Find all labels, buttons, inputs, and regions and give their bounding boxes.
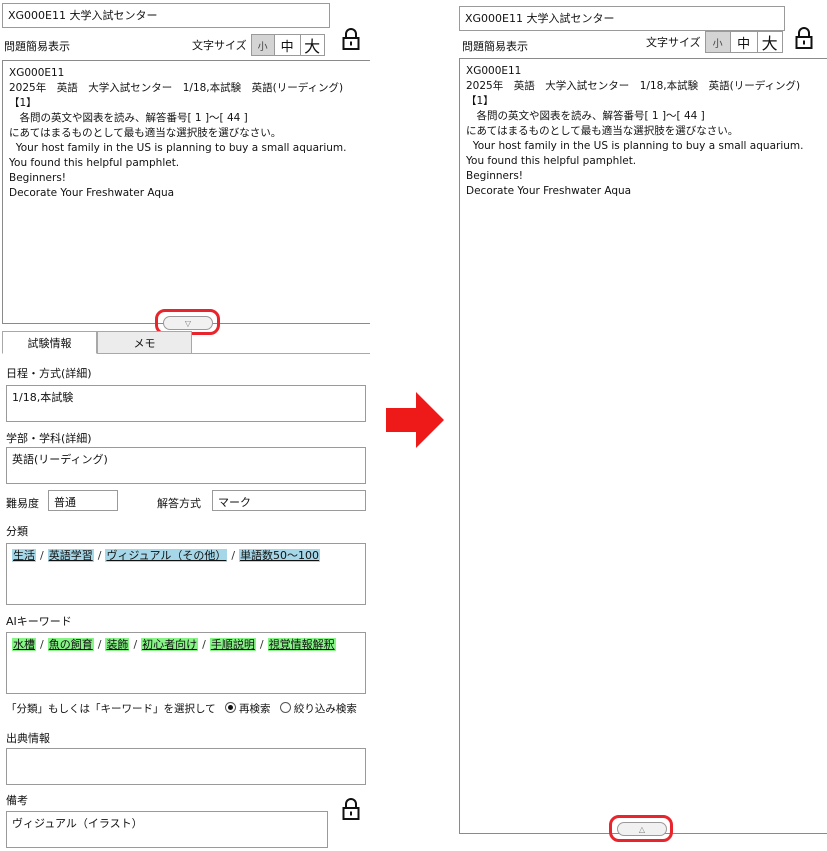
answer-type-value: マーク [218, 496, 251, 509]
left-title-field[interactable]: XG000E11 大学入試センター [2, 3, 330, 28]
radio-research-label: 再検索 [239, 703, 271, 715]
department-field[interactable]: 英語(リーディング) [6, 447, 366, 484]
remarks-label: 備考 [6, 794, 28, 807]
right-simple-view-label: 問題簡易表示 [462, 40, 528, 53]
right-problem-area[interactable]: XG000E11 2025年 英語 大学入試センター 1/18,本試験 英語(リ… [459, 58, 827, 834]
left-lock-icon[interactable] [342, 28, 360, 50]
right-problem-line: にあてはまるものとして最も適当な選択肢を選びなさい。 [466, 125, 739, 137]
difficulty-label: 難易度 [6, 497, 39, 510]
keyword-chip[interactable]: 初心者向け [141, 638, 199, 651]
highlight-ring [609, 815, 673, 842]
right-problem-line: 各問の英文や図表を読み、解答番号[ 1 ]〜[ 44 ] [466, 110, 705, 122]
answer-type-label: 解答方式 [157, 497, 201, 510]
keyword-chip[interactable]: 装飾 [105, 638, 130, 651]
right-arrow-icon [386, 392, 444, 448]
left-problem-area[interactable]: XG000E11 2025年 英語 大学入試センター 1/18,本試験 英語(リ… [2, 60, 370, 324]
schedule-label: 日程・方式(詳細) [6, 367, 92, 380]
category-field: 生活 / 英語学習 / ヴィジュアル（その他） / 単語数50〜100 [6, 543, 366, 605]
keyword-chip[interactable]: 視覚情報解釈 [267, 638, 336, 651]
tab-exam-info[interactable]: 試験情報 [2, 331, 97, 354]
source-field[interactable] [6, 748, 366, 785]
right-problem-line: XG000E11 [466, 65, 522, 77]
category-chip[interactable]: 英語学習 [47, 549, 94, 562]
left-size-large-button[interactable]: 大 [300, 34, 325, 56]
right-size-medium-button[interactable]: 中 [730, 31, 758, 53]
keyword-chip[interactable]: 水槽 [12, 638, 36, 651]
search-mode-row: 「分類」もしくは「キーワード」を選択して 再検索 絞り込み検索 [6, 701, 357, 716]
left-problem-line: Your host family in the US is planning t… [9, 142, 350, 169]
left-size-medium-button[interactable]: 中 [274, 34, 301, 56]
tab-memo[interactable]: メモ [97, 331, 192, 354]
schedule-field[interactable]: 1/18,本試験 [6, 385, 366, 422]
left-problem-line: XG000E11 [9, 67, 65, 79]
answer-type-field[interactable]: マーク [212, 490, 366, 511]
left-simple-view-label: 問題簡易表示 [4, 40, 70, 53]
ai-keyword-field: 水槽 / 魚の飼育 / 装飾 / 初心者向け / 手順説明 / 視覚情報解釈 [6, 632, 366, 694]
category-chip[interactable]: 単語数50〜100 [239, 549, 321, 562]
right-font-size-label: 文字サイズ [646, 36, 701, 49]
left-problem-line: 2025年 英語 大学入試センター 1/18,本試験 英語(リーディング) [9, 82, 344, 94]
right-font-size-bar: 文字サイズ 小 中 大 [646, 31, 783, 53]
right-lock-icon[interactable] [795, 27, 813, 49]
remarks-lock-icon[interactable] [342, 798, 360, 820]
remarks-value: ヴィジュアル（イラスト） [12, 817, 143, 830]
left-problem-line: 各問の英文や図表を読み、解答番号[ 1 ]〜[ 44 ] [9, 112, 248, 124]
schedule-value: 1/18,本試験 [12, 391, 74, 404]
department-label: 学部・学科(詳細) [6, 432, 92, 445]
right-title-field[interactable]: XG000E11 大学入試センター [459, 6, 785, 31]
ai-keyword-label: AIキーワード [6, 615, 72, 628]
category-label: 分類 [6, 525, 28, 538]
category-chip[interactable]: ヴィジュアル（その他） [105, 549, 228, 562]
remarks-field[interactable]: ヴィジュアル（イラスト） [6, 811, 328, 848]
right-problem-line: 2025年 英語 大学入試センター 1/18,本試験 英語(リーディング) [466, 80, 801, 92]
department-value: 英語(リーディング) [12, 453, 108, 466]
left-font-size-label: 文字サイズ [192, 39, 247, 52]
right-title-text: XG000E11 大学入試センター [465, 12, 615, 25]
left-font-size-bar: 文字サイズ 小 中 大 [192, 34, 325, 56]
right-size-large-button[interactable]: 大 [757, 31, 783, 53]
keyword-chip[interactable]: 手順説明 [209, 638, 256, 651]
right-problem-line: Decorate Your Freshwater Aqua [466, 185, 632, 197]
left-size-small-button[interactable]: 小 [250, 34, 275, 56]
radio-narrow-search[interactable] [279, 702, 291, 713]
right-problem-line: 【1】 [466, 95, 494, 107]
left-problem-line: にあてはまるものとして最も適当な選択肢を選びなさい。 [9, 127, 282, 139]
left-problem-line: 【1】 [9, 97, 37, 109]
left-title-text: XG000E11 大学入試センター [8, 9, 158, 22]
left-problem-line: Beginners! [9, 172, 67, 184]
difficulty-field[interactable]: 普通 [48, 490, 118, 511]
right-size-small-button[interactable]: 小 [704, 31, 731, 53]
right-problem-line: Your host family in the US is planning t… [466, 140, 807, 167]
category-chip[interactable]: 生活 [12, 549, 36, 562]
search-instruction: 「分類」もしくは「キーワード」を選択して [6, 703, 216, 715]
right-problem-line: Beginners! [466, 170, 524, 182]
difficulty-value: 普通 [54, 496, 76, 509]
radio-research[interactable] [225, 702, 237, 713]
keyword-chip[interactable]: 魚の飼育 [47, 638, 94, 651]
radio-narrow-search-label: 絞り込み検索 [293, 703, 357, 715]
left-problem-line: Decorate Your Freshwater Aqua [9, 187, 175, 199]
source-label: 出典情報 [6, 732, 50, 745]
